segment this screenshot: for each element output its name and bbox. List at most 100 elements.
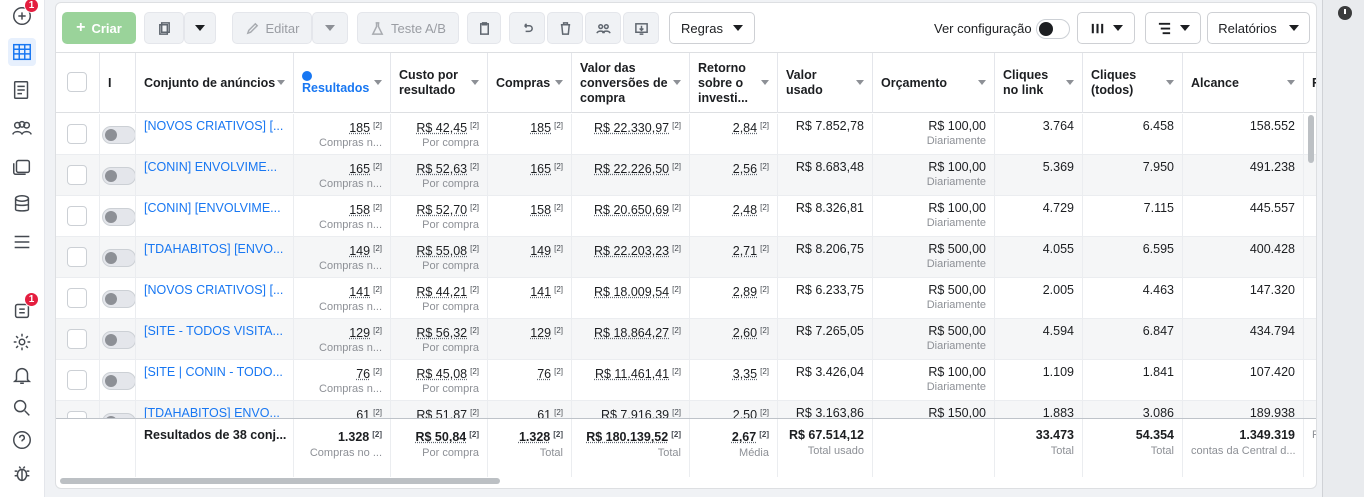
col-header-purchases[interactable]: Compras bbox=[488, 53, 572, 113]
ad-set-name-link[interactable]: [NOVOS CRIATIVOS] [... bbox=[144, 118, 285, 134]
cell-roas: 2,60 [2] bbox=[690, 319, 778, 360]
audiences-icon[interactable] bbox=[8, 114, 36, 142]
ad-set-on-off-toggle[interactable] bbox=[102, 290, 135, 308]
ad-set-name-link[interactable]: [SITE - TODOS VISITA... bbox=[144, 323, 285, 339]
cell-results: 149 [2] Compras n... bbox=[294, 237, 391, 278]
ad-set-name-link[interactable]: [CONIN] ENVOLVIME... bbox=[144, 159, 285, 175]
row-checkbox[interactable] bbox=[67, 247, 87, 267]
table-row[interactable]: [CONIN] [ENVOLVIME... 158 [2] Compras n... R… bbox=[56, 196, 1316, 237]
clipboard-button[interactable] bbox=[467, 12, 501, 44]
edit-dropdown-button[interactable] bbox=[312, 12, 348, 44]
row-checkbox[interactable] bbox=[67, 206, 87, 226]
media-library-icon[interactable] bbox=[8, 152, 36, 180]
ad-set-on-off-toggle[interactable] bbox=[102, 249, 135, 267]
catalog-icon[interactable] bbox=[8, 190, 36, 218]
sort-icon bbox=[1166, 80, 1174, 85]
notifications-bell-icon[interactable] bbox=[8, 361, 36, 389]
pencil-icon bbox=[246, 22, 258, 34]
table-row[interactable]: [TDAHABITOS] ENVO... 61 [2] R$ 51,87 [2] 61 [2… bbox=[56, 401, 1316, 418]
search-icon[interactable] bbox=[8, 394, 36, 422]
col-header-cost-per-result[interactable]: Custo por resultado bbox=[391, 53, 488, 113]
ad-set-on-off-toggle[interactable] bbox=[102, 331, 135, 349]
horizontal-scrollbar[interactable] bbox=[60, 478, 500, 484]
flask-icon bbox=[371, 21, 384, 35]
preview-icon bbox=[634, 22, 648, 35]
col-header-partial[interactable]: F bbox=[1304, 53, 1316, 113]
row-checkbox[interactable] bbox=[67, 329, 87, 349]
row-checkbox[interactable] bbox=[67, 288, 87, 308]
duplicate-button[interactable] bbox=[144, 12, 184, 44]
columns-button[interactable] bbox=[1077, 12, 1135, 44]
cell-conv: R$ 22.226,50 [2] bbox=[572, 155, 690, 196]
undo-button[interactable] bbox=[509, 12, 545, 44]
col-header-name[interactable]: Conjunto de anúncios bbox=[136, 53, 294, 113]
col-header-conversion-value[interactable]: Valor das conversões de compra bbox=[572, 53, 690, 113]
row-checkbox[interactable] bbox=[67, 165, 87, 185]
ad-set-name-link[interactable]: [CONIN] [ENVOLVIME... bbox=[144, 200, 285, 216]
cell-clicks: 1.841 bbox=[1083, 360, 1183, 401]
campaigns-icon[interactable] bbox=[8, 76, 36, 104]
clock-icon[interactable] bbox=[1338, 6, 1352, 20]
edit-button[interactable]: Editar bbox=[232, 12, 312, 44]
col-header-roas-label: Retorno sobre o investi... bbox=[698, 60, 749, 105]
ads-manager-table-icon[interactable] bbox=[8, 38, 36, 66]
audience-button[interactable] bbox=[585, 12, 621, 44]
cell-roas: 2,89 [2] bbox=[690, 278, 778, 319]
breakdown-button[interactable] bbox=[1145, 12, 1201, 44]
col-header-amount-spent[interactable]: Valor usado bbox=[778, 53, 873, 113]
col-header-roas[interactable]: Retorno sobre o investi... bbox=[690, 53, 778, 113]
bug-report-icon[interactable] bbox=[8, 459, 36, 487]
table-row[interactable]: [SITE | CONIN - TODO... 76 [2] Compras n...… bbox=[56, 360, 1316, 401]
table-row[interactable]: [NOVOS CRIATIVOS] [... 185 [2] Compras n...… bbox=[56, 114, 1316, 155]
cell-clicks: 4.463 bbox=[1083, 278, 1183, 319]
sort-icon bbox=[374, 80, 382, 85]
ab-test-button[interactable]: Teste A/B bbox=[357, 12, 459, 44]
cell-results: 129 [2] Compras n... bbox=[294, 319, 391, 360]
footer-label: Resultados de 38 conj... bbox=[136, 419, 294, 477]
col-header-conversion-value-label: Valor das conversões de compra bbox=[580, 60, 668, 105]
col-header-on-off[interactable]: I bbox=[100, 53, 136, 113]
delete-button[interactable] bbox=[547, 12, 583, 44]
row-checkbox[interactable] bbox=[67, 370, 87, 390]
table-row[interactable]: [SITE - TODOS VISITA... 129 [2] Compras n..… bbox=[56, 319, 1316, 360]
preview-button[interactable] bbox=[623, 12, 659, 44]
row-checkbox[interactable] bbox=[67, 411, 87, 418]
table-row[interactable]: [CONIN] ENVOLVIME... 165 [2] Compras n... R$… bbox=[56, 155, 1316, 196]
ad-set-on-off-toggle[interactable] bbox=[102, 208, 135, 226]
row-checkbox[interactable] bbox=[67, 124, 87, 144]
menu-icon[interactable] bbox=[8, 228, 36, 256]
rules-dropdown-button[interactable]: Regras bbox=[669, 12, 755, 44]
view-config-toggle[interactable] bbox=[1036, 19, 1070, 39]
ad-set-name-link[interactable]: [TDAHABITOS] ENVO... bbox=[144, 405, 285, 418]
account-overview-icon[interactable]: 1 bbox=[8, 0, 39, 30]
settings-gear-icon[interactable] bbox=[8, 328, 36, 356]
reports-dropdown-button[interactable]: Relatórios bbox=[1207, 12, 1310, 44]
vertical-scrollbar[interactable] bbox=[1308, 115, 1314, 163]
pages-icon[interactable]: 1 bbox=[8, 292, 39, 324]
select-all-checkbox[interactable] bbox=[67, 72, 87, 92]
ad-set-name-link[interactable]: [NOVOS CRIATIVOS] [... bbox=[144, 282, 285, 298]
ad-set-name-link[interactable]: [SITE | CONIN - TODO... bbox=[144, 364, 285, 380]
footer-reach: 1.349.319 contas da Central d... bbox=[1183, 419, 1304, 477]
help-icon[interactable] bbox=[8, 426, 36, 454]
create-button[interactable]: + Criar bbox=[62, 12, 136, 44]
col-header-budget[interactable]: Orçamento bbox=[873, 53, 995, 113]
cell-budget: R$ 100,00 Diariamente bbox=[873, 155, 995, 196]
duplicate-dropdown-button[interactable] bbox=[184, 12, 216, 44]
ad-set-on-off-toggle[interactable] bbox=[102, 372, 135, 390]
table-row[interactable]: [TDAHABITOS] [ENVO... 149 [2] Compras n... R… bbox=[56, 237, 1316, 278]
ad-set-on-off-toggle[interactable] bbox=[102, 126, 135, 144]
col-header-results[interactable]: Resultados bbox=[294, 53, 391, 113]
footer-spacer bbox=[56, 419, 136, 477]
col-header-reach[interactable]: Alcance bbox=[1183, 53, 1304, 113]
ad-set-name-link[interactable]: [TDAHABITOS] [ENVO... bbox=[144, 241, 285, 257]
col-header-link-clicks[interactable]: Cliques no link bbox=[995, 53, 1083, 113]
cell-budget: R$ 500,00 Diariamente bbox=[873, 237, 995, 278]
ad-set-name-cell: [SITE - TODOS VISITA... bbox=[136, 319, 294, 360]
cell-conv: R$ 20.650,69 [2] bbox=[572, 196, 690, 237]
ad-set-on-off-toggle[interactable] bbox=[102, 167, 135, 185]
col-header-clicks-all[interactable]: Cliques (todos) bbox=[1083, 53, 1183, 113]
cell-budget: R$ 500,00 Diariamente bbox=[873, 319, 995, 360]
table-row[interactable]: [NOVOS CRIATIVOS] [... 141 [2] Compras n...… bbox=[56, 278, 1316, 319]
chevron-down-icon bbox=[732, 25, 743, 31]
